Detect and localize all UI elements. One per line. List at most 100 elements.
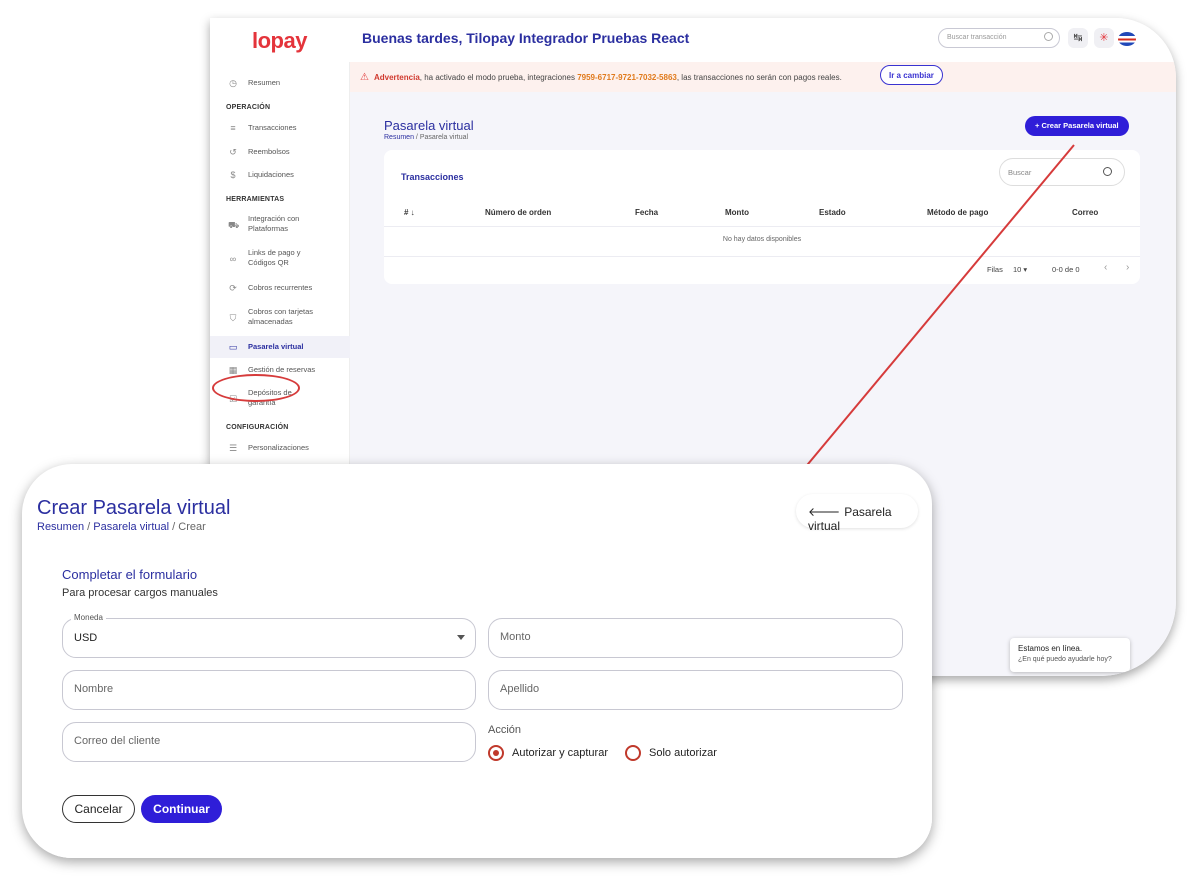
transaction-search-input[interactable]: Buscar transacción (938, 28, 1060, 48)
breadcrumb-pasarela[interactable]: Pasarela virtual (93, 521, 169, 533)
warning-icon: ⚠ (360, 72, 369, 83)
column-header-index[interactable]: # ↓ (404, 208, 415, 217)
column-header-amount: Monto (725, 208, 749, 217)
column-header-email: Correo (1072, 208, 1099, 217)
back-to-pasarela-button[interactable]: 🡐 Pasarela virtual (796, 494, 918, 533)
sidebar-item-cobros-recurrentes[interactable]: ⟳ Cobros recurrentes (210, 283, 350, 293)
sidebar-item-label: Reembolsos (248, 147, 290, 156)
chat-prompt: ¿En qué puedo ayudarle hoy? (1018, 656, 1112, 663)
tilopay-logo[interactable]: lopay (252, 28, 307, 54)
sidebar-item-label: almacenadas (248, 317, 293, 326)
form-heading: Completar el formulario (62, 567, 198, 582)
sidebar-item-label: Resumen (248, 78, 281, 87)
sidebar-item-label: Códigos QR (248, 258, 289, 267)
sidebar-item-transacciones[interactable]: ≡ Transacciones (210, 123, 350, 133)
spark-icon[interactable]: ✳ (1094, 28, 1114, 48)
section-herramientas: HERRAMIENTAS (226, 196, 285, 203)
amount-input[interactable]: Monto (488, 618, 903, 658)
currency-select[interactable]: Moneda USD (62, 613, 476, 658)
column-header-payment-method: Método de pago (927, 208, 989, 217)
sidebar-item-reembolsos[interactable]: ↺ Reembolsos (210, 147, 350, 157)
highlight-ellipse (212, 374, 300, 402)
last-name-placeholder: Apellido (500, 683, 540, 695)
refund-icon: ↺ (229, 147, 237, 157)
cart-icon: ⛟ (228, 220, 240, 230)
email-placeholder: Correo del cliente (74, 735, 161, 747)
card-title: Transacciones (401, 172, 464, 182)
form-page-title: Crear Pasarela virtual (37, 497, 231, 519)
sidebar-item-links[interactable]: ∞ Links de pago y Códigos QR (210, 248, 350, 268)
transactions-card: Transacciones Buscar # ↓ Número de orden… (384, 150, 1140, 284)
customer-email-input[interactable]: Correo del cliente (62, 722, 476, 762)
breadcrumb-home[interactable]: Resumen (384, 134, 414, 141)
card-icon: ▭ (228, 342, 238, 352)
chat-status: Estamos en línea. (1018, 644, 1083, 653)
last-name-input[interactable]: Apellido (488, 670, 903, 710)
greeting-text: Buenas tardes, Tilopay Integrador Prueba… (362, 30, 690, 46)
go-change-button[interactable]: Ir a cambiar (880, 65, 943, 85)
currency-label: Moneda (71, 613, 106, 622)
link-icon: ∞ (229, 254, 237, 264)
section-operacion: OPERACIÓN (226, 104, 271, 111)
sidebar-item-label: Plataformas (248, 224, 289, 233)
create-form-window: Crear Pasarela virtual Resumen / Pasarel… (22, 464, 932, 858)
exchange-icon[interactable]: ↹ (1068, 28, 1088, 48)
radio-label: Autorizar y capturar (512, 747, 608, 759)
column-header-date: Fecha (635, 208, 659, 217)
pagination-range: 0-0 de 0 (1052, 265, 1080, 274)
divider (384, 226, 1140, 227)
continue-button[interactable]: Continuar (141, 795, 222, 823)
table-search-input[interactable]: Buscar (999, 158, 1125, 186)
warning-text-2: , las transacciones no serán con pagos r… (676, 73, 842, 82)
calendar-icon: ▦ (228, 365, 238, 375)
next-page-icon[interactable]: › (1126, 262, 1129, 273)
sidebar-item-label: Cobros recurrentes (248, 283, 313, 292)
action-label: Acción (488, 724, 522, 736)
sidebar-item-cobros-tarjetas[interactable]: ⛉ Cobros con tarjetas almacenadas (210, 307, 350, 327)
sidebar-item-resumen[interactable]: ◷ Resumen (210, 78, 350, 88)
radio-unchecked-icon (625, 745, 641, 761)
sidebar-item-label: Pasarela virtual (248, 342, 304, 351)
sidebar-item-label: Gestión de reservas (248, 365, 316, 374)
create-pasarela-button[interactable]: + Crear Pasarela virtual (1025, 116, 1129, 136)
amount-placeholder: Monto (500, 631, 531, 643)
integration-code: 7959-6717-9721-7032-5863 (577, 73, 677, 82)
caret-down-icon (457, 635, 465, 640)
form-subheading: Para procesar cargos manuales (62, 587, 218, 599)
country-flag-icon[interactable] (1118, 32, 1136, 46)
no-data-message: No hay datos disponibles (722, 236, 802, 243)
breadcrumb: Resumen / Pasarela virtual (384, 134, 468, 141)
first-name-placeholder: Nombre (74, 683, 114, 695)
recurring-icon: ⟳ (229, 283, 237, 293)
breadcrumb-home[interactable]: Resumen (37, 521, 84, 533)
radio-checked-icon (488, 745, 504, 761)
arrow-left-icon: 🡐 (808, 505, 841, 519)
sidebar-item-label: Links de pago y (248, 248, 301, 257)
chat-widget[interactable]: Estamos en línea. ¿En qué puedo ayudarle… (1010, 638, 1130, 672)
prev-page-icon[interactable]: ‹ (1104, 262, 1107, 273)
search-icon (1044, 32, 1053, 41)
column-header-status: Estado (819, 208, 846, 217)
search-placeholder: Buscar transacción (947, 34, 1007, 41)
breadcrumb-separator: / (169, 521, 179, 533)
sidebar-item-reservas[interactable]: ▦ Gestión de reservas (210, 365, 350, 375)
cancel-button[interactable]: Cancelar (62, 795, 135, 823)
test-mode-warning: ⚠ Advertencia, ha activado el modo prueba… (350, 62, 1176, 92)
radio-authorize-capture[interactable]: Autorizar y capturar (488, 745, 608, 761)
sidebar-item-pasarela-virtual[interactable]: ▭ Pasarela virtual (210, 336, 350, 358)
sidebar-item-label: Liquidaciones (248, 170, 294, 179)
sidebar-item-label: Personalizaciones (248, 443, 309, 452)
first-name-input[interactable]: Nombre (62, 670, 476, 710)
section-configuracion: CONFIGURACIÓN (226, 424, 289, 431)
sidebar-item-integracion[interactable]: ⛟ Integración con Plataformas (210, 214, 350, 234)
rows-label: Filas (987, 265, 1003, 274)
radio-authorize-only[interactable]: Solo autorizar (625, 745, 717, 761)
sidebar-item-liquidaciones[interactable]: $ Liquidaciones (210, 170, 350, 180)
warning-label: Advertencia (373, 73, 420, 82)
shield-icon: ⛉ (229, 313, 237, 323)
column-header-order: Número de orden (485, 208, 552, 217)
rows-per-page-select[interactable]: 10 ▾ (1013, 265, 1027, 274)
sliders-icon: ☰ (228, 443, 238, 453)
list-icon: ≡ (230, 123, 236, 133)
sidebar-item-personalizaciones[interactable]: ☰ Personalizaciones (210, 443, 350, 453)
